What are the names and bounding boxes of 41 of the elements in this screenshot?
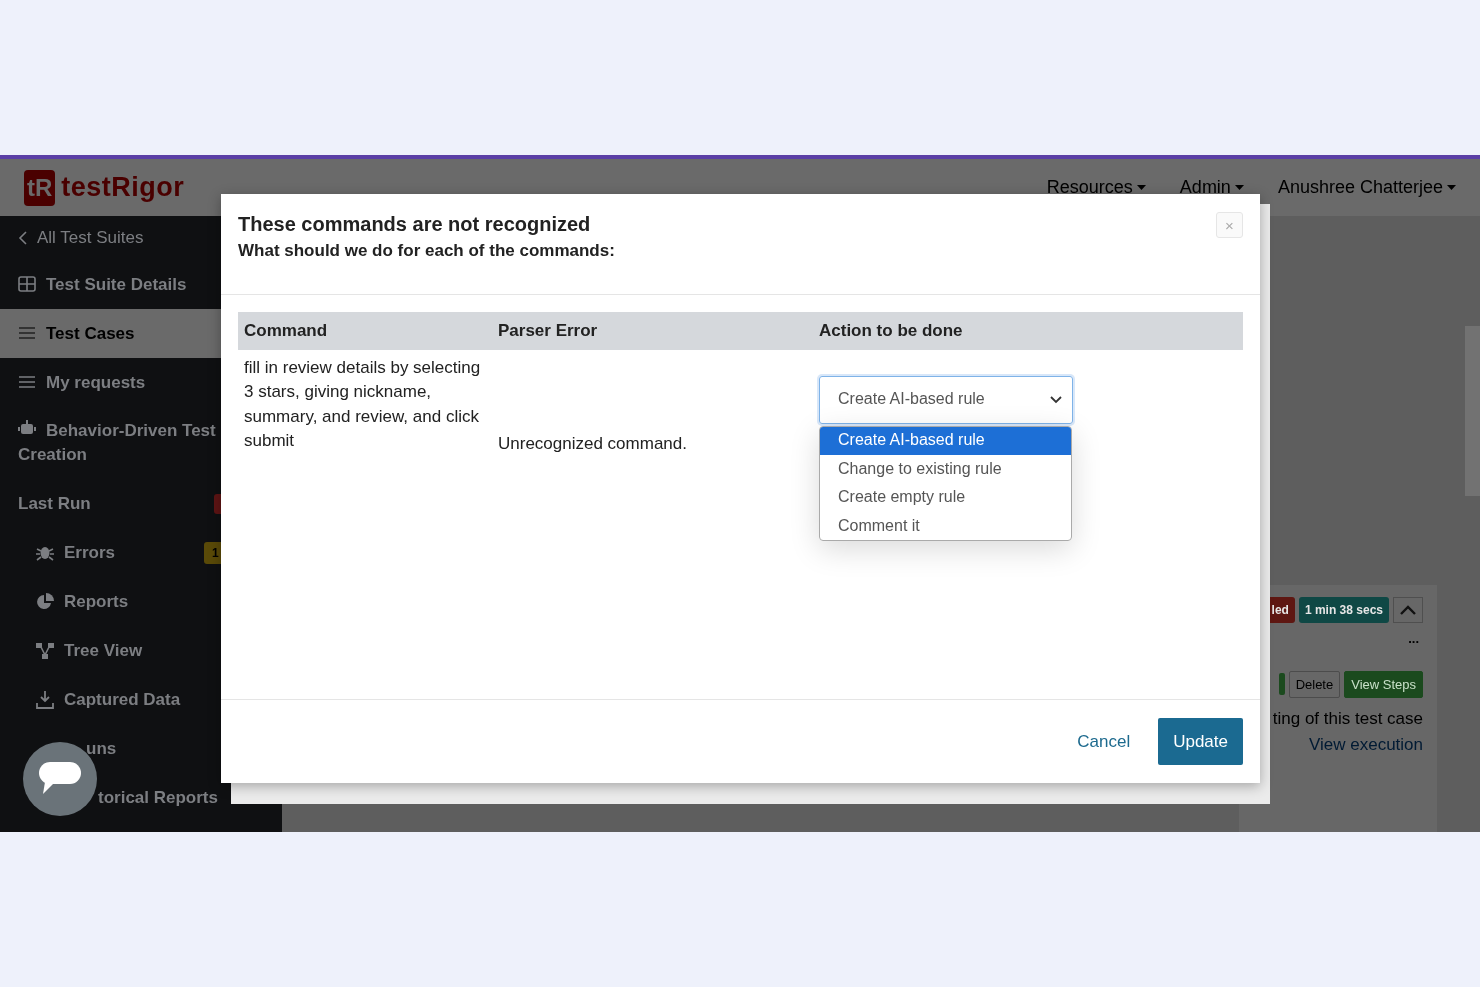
section-heading: Last Run xyxy=(18,492,92,515)
tree-icon xyxy=(36,641,54,660)
logo-text: testRigor xyxy=(61,171,185,205)
action-button[interactable]: Delete xyxy=(1288,670,1341,698)
chevron-down-icon xyxy=(1050,395,1062,404)
column-header: Action to be done xyxy=(813,312,1243,350)
grid-icon xyxy=(18,275,36,294)
chat-bubble-icon xyxy=(39,762,81,796)
sidebar-item[interactable]: Behavior-Driven Test Creation xyxy=(0,407,220,479)
dropdown-option[interactable]: Create empty rule xyxy=(820,483,1071,512)
cancel-button[interactable]: Cancel xyxy=(1071,727,1137,756)
pie-chart-icon xyxy=(36,592,54,611)
back-icon xyxy=(18,231,27,245)
nav-menu[interactable]: Anushree Chatterjee xyxy=(1277,174,1456,201)
dropdown-option[interactable]: Change to existing rule xyxy=(820,454,1071,484)
nav-menu[interactable]: Admin xyxy=(1179,174,1244,201)
action-button[interactable]: View Steps xyxy=(1344,670,1423,698)
logo-mark: tR xyxy=(24,169,56,206)
more-menu[interactable]: ... xyxy=(1408,629,1419,649)
chevron-up-icon xyxy=(1400,605,1416,615)
view-execution-link[interactable]: View execution xyxy=(1308,731,1423,757)
nav-menu[interactable]: Resources xyxy=(1046,174,1146,201)
action-select[interactable]: Create AI-based rule xyxy=(819,375,1073,424)
sidebar-item[interactable]: Captured Data xyxy=(0,675,282,724)
column-header: Command xyxy=(238,312,492,350)
update-button[interactable]: Update xyxy=(1158,718,1243,765)
partial-button[interactable] xyxy=(1278,673,1285,696)
table-cell: Unrecognized command. xyxy=(492,349,813,548)
modal-title: These commands are not recognized xyxy=(238,212,591,236)
close-button[interactable]: × xyxy=(1216,212,1243,238)
sidebar-item[interactable]: Reports xyxy=(0,577,282,626)
dropdown-option[interactable]: Comment it xyxy=(820,511,1071,541)
status-badge: 1 min 38 secs xyxy=(1298,597,1389,623)
description-text: ting of this test case xyxy=(1272,708,1423,730)
dropdown-option[interactable]: Create AI-based rule xyxy=(820,426,1071,455)
download-icon xyxy=(36,690,54,709)
collapse-button[interactable] xyxy=(1393,597,1423,623)
modal-subtitle: What should we do for each of the commands: xyxy=(238,240,615,262)
column-header: Parser Error xyxy=(492,312,813,350)
sidebar-item[interactable]: Tree View xyxy=(0,626,282,675)
sidebar-item[interactable]: Test Suite Details xyxy=(0,260,282,309)
